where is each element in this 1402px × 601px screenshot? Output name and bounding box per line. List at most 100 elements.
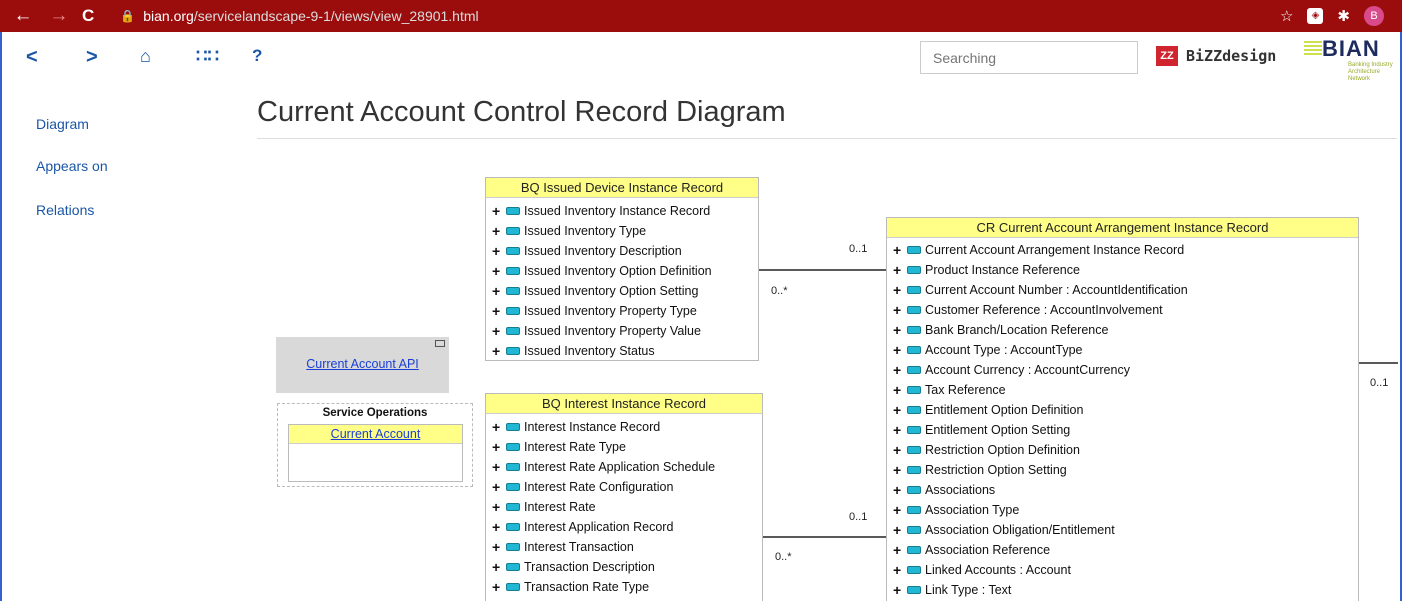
expand-icon[interactable]: + — [893, 422, 905, 438]
attribute-label: Transaction Rate Type — [524, 580, 650, 594]
attribute-label: Issued Inventory Description — [524, 244, 682, 258]
issued-device-row[interactable]: + Issued Inventory Status — [486, 341, 758, 360]
attribute-label: Associations — [925, 483, 996, 497]
expand-icon[interactable]: + — [893, 402, 905, 418]
expand-icon[interactable]: + — [492, 459, 504, 475]
multiplicity-label: 0..1 — [849, 243, 868, 255]
expand-icon[interactable]: + — [492, 419, 504, 435]
interest-row[interactable]: + Interest Rate Configuration — [486, 477, 762, 497]
current-account-row[interactable]: + Link Type : Text — [887, 580, 1358, 600]
expand-icon[interactable]: + — [492, 439, 504, 455]
attribute-label: Issued Inventory Status — [524, 344, 655, 358]
attribute-icon — [907, 306, 921, 314]
issued-device-row[interactable]: + Issued Inventory Property Value — [486, 321, 758, 341]
interest-record-box[interactable]: BQ Interest Instance Record + Interest In… — [485, 393, 763, 601]
expand-icon[interactable]: + — [492, 203, 504, 219]
expand-icon[interactable]: + — [893, 562, 905, 578]
expand-icon[interactable]: + — [492, 559, 504, 575]
service-operation-box[interactable]: Current Account — [288, 424, 463, 482]
attribute-label: Bank Branch/Location Reference — [925, 323, 1109, 337]
expand-icon[interactable]: + — [893, 302, 905, 318]
expand-icon[interactable]: + — [893, 522, 905, 538]
current-account-row[interactable]: + Current Account Number : AccountIdentif… — [887, 280, 1358, 300]
attribute-label: Account Type : AccountType — [925, 343, 1083, 357]
attribute-icon — [506, 503, 520, 511]
attribute-label: Association Obligation/Entitlement — [925, 523, 1115, 537]
current-account-row[interactable]: + Bank Branch/Location Reference — [887, 320, 1358, 340]
interest-row[interactable]: + Interest Instance Record — [486, 417, 762, 437]
current-account-row[interactable]: + Association Reference — [887, 540, 1358, 560]
expand-icon[interactable]: + — [492, 223, 504, 239]
expand-icon[interactable]: + — [492, 499, 504, 515]
expand-icon[interactable]: + — [492, 323, 504, 339]
expand-icon[interactable]: + — [893, 482, 905, 498]
attribute-icon — [506, 207, 520, 215]
attribute-label: Entitlement Option Definition — [925, 403, 1084, 417]
interest-row[interactable]: + Interest Application Record — [486, 517, 762, 537]
current-account-row[interactable]: + Restriction Option Definition — [887, 440, 1358, 460]
current-account-row[interactable]: + Association Type — [887, 500, 1358, 520]
expand-icon[interactable]: + — [492, 343, 504, 359]
expand-icon[interactable]: + — [893, 262, 905, 278]
attribute-label: Customer Reference : AccountInvolvement — [925, 303, 1163, 317]
attribute-icon — [506, 483, 520, 491]
interest-row[interactable]: + Interest Rate Type — [486, 437, 762, 457]
expand-icon[interactable]: + — [492, 263, 504, 279]
attribute-label: Interest Rate — [524, 500, 596, 514]
interest-row[interactable]: + Interest Rate — [486, 497, 762, 517]
current-account-record-box[interactable]: CR Current Account Arrangement Instance … — [886, 217, 1359, 601]
expand-icon[interactable]: + — [893, 282, 905, 298]
expand-icon[interactable]: + — [893, 382, 905, 398]
attribute-icon — [506, 523, 520, 531]
attribute-icon — [506, 543, 520, 551]
interest-row[interactable]: + Interest Rate Application Schedule — [486, 457, 762, 477]
expand-icon[interactable]: + — [492, 303, 504, 319]
attribute-icon — [907, 526, 921, 534]
multiplicity-label: 0..1 — [849, 511, 868, 523]
expand-icon[interactable]: + — [893, 322, 905, 338]
current-account-row[interactable]: + Linked Accounts : Account — [887, 560, 1358, 580]
issued-device-row[interactable]: + Issued Inventory Description — [486, 241, 758, 261]
expand-icon[interactable]: + — [893, 342, 905, 358]
service-operations-label: Service Operations — [322, 407, 428, 419]
expand-icon[interactable]: + — [893, 502, 905, 518]
current-account-row[interactable]: + Current Account Arrangement Instance Re… — [887, 240, 1358, 260]
attribute-label: Interest Rate Configuration — [524, 480, 674, 494]
current-account-row[interactable]: + Restriction Option Setting — [887, 460, 1358, 480]
expand-icon[interactable]: + — [893, 582, 905, 598]
expand-icon[interactable]: + — [893, 362, 905, 378]
current-account-row[interactable]: + Tax Reference — [887, 380, 1358, 400]
interest-row[interactable]: + Transaction Rate Type — [486, 577, 762, 597]
expand-icon[interactable]: + — [492, 243, 504, 259]
interest-row[interactable]: + Transaction Description — [486, 557, 762, 577]
issued-device-record-box[interactable]: BQ Issued Device Instance Record + Issued… — [485, 177, 759, 361]
expand-icon[interactable]: + — [492, 479, 504, 495]
issued-device-row[interactable]: + Issued Inventory Type — [486, 221, 758, 241]
expand-icon[interactable]: + — [893, 242, 905, 258]
current-account-api-box[interactable]: Current Account API — [276, 337, 449, 393]
expand-icon[interactable]: + — [893, 462, 905, 478]
expand-icon[interactable]: + — [492, 539, 504, 555]
current-account-row[interactable]: + Product Instance Reference — [887, 260, 1358, 280]
expand-icon[interactable]: + — [893, 442, 905, 458]
expand-icon[interactable]: + — [492, 519, 504, 535]
issued-device-row[interactable]: + Issued Inventory Option Setting — [486, 281, 758, 301]
service-operations-group[interactable]: Service Operations Current Account — [277, 403, 473, 487]
attribute-icon — [506, 327, 520, 335]
expand-icon[interactable]: + — [893, 542, 905, 558]
current-account-api-link[interactable]: Current Account API — [276, 357, 449, 371]
current-account-row[interactable]: + Entitlement Option Setting — [887, 420, 1358, 440]
current-account-row[interactable]: + Entitlement Option Definition — [887, 400, 1358, 420]
current-account-row[interactable]: + Associations — [887, 480, 1358, 500]
issued-device-row[interactable]: + Issued Inventory Option Definition — [486, 261, 758, 281]
current-account-row[interactable]: + Account Currency : AccountCurrency — [887, 360, 1358, 380]
current-account-link[interactable]: Current Account — [331, 427, 421, 441]
current-account-row[interactable]: + Association Obligation/Entitlement — [887, 520, 1358, 540]
expand-icon[interactable]: + — [492, 283, 504, 299]
current-account-row[interactable]: + Customer Reference : AccountInvolvement — [887, 300, 1358, 320]
issued-device-row[interactable]: + Issued Inventory Instance Record — [486, 201, 758, 221]
issued-device-row[interactable]: + Issued Inventory Property Type — [486, 301, 758, 321]
expand-icon[interactable]: + — [492, 579, 504, 595]
current-account-row[interactable]: + Account Type : AccountType — [887, 340, 1358, 360]
interest-row[interactable]: + Interest Transaction — [486, 537, 762, 557]
